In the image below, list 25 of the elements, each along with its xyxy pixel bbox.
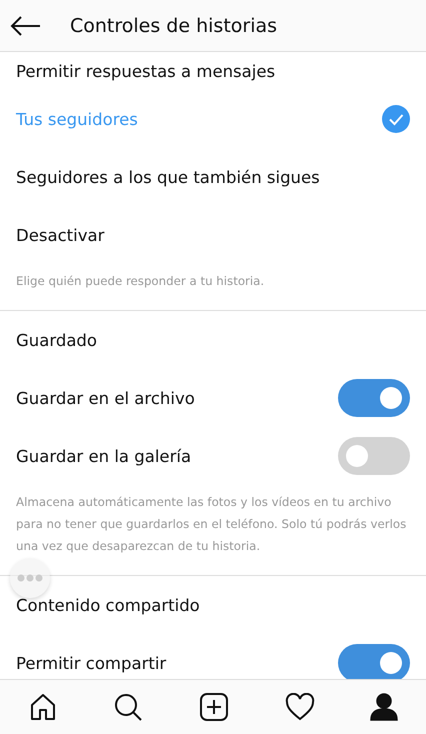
nav-tab[interactable] xyxy=(113,692,144,722)
option-label[interactable]: Desactivar xyxy=(16,226,104,244)
toggle-switch[interactable] xyxy=(338,644,410,679)
toggle-switch[interactable] xyxy=(338,437,410,475)
checkmark-icon xyxy=(382,105,410,133)
section-title: Permitir respuestas a mensajes xyxy=(16,62,276,80)
section-description: Elige quién puede responder a tu historia. xyxy=(15,273,266,290)
nav-tab[interactable] xyxy=(370,693,398,721)
screen-title: Controles de historias xyxy=(70,14,278,36)
option-label[interactable]: Seguidores a los que también sigues xyxy=(16,168,320,186)
nav-tab[interactable] xyxy=(284,693,315,721)
search-icon xyxy=(113,692,144,722)
nav-tab[interactable] xyxy=(198,692,229,722)
add-icon xyxy=(198,692,229,722)
profile-icon xyxy=(370,693,398,721)
setting-label: Permitir compartir xyxy=(16,654,166,672)
more-icon xyxy=(17,574,43,582)
back-button[interactable] xyxy=(10,14,42,36)
setting-label: Guardar en la galería xyxy=(16,446,192,466)
section-title: Guardado xyxy=(16,330,98,350)
section-description: Almacena automáticamente las fotos y los vídeos en tu archivo para no tener que guardarlos en el teléfono. Solo tú podrás verlos una vez que desaparezcan de tu historia. xyxy=(15,494,408,555)
section-title: Contenido compartido xyxy=(16,596,200,614)
heart-icon xyxy=(284,693,315,721)
setting-label: Guardar en el archivo xyxy=(16,388,195,408)
toggle-switch[interactable] xyxy=(338,379,410,417)
